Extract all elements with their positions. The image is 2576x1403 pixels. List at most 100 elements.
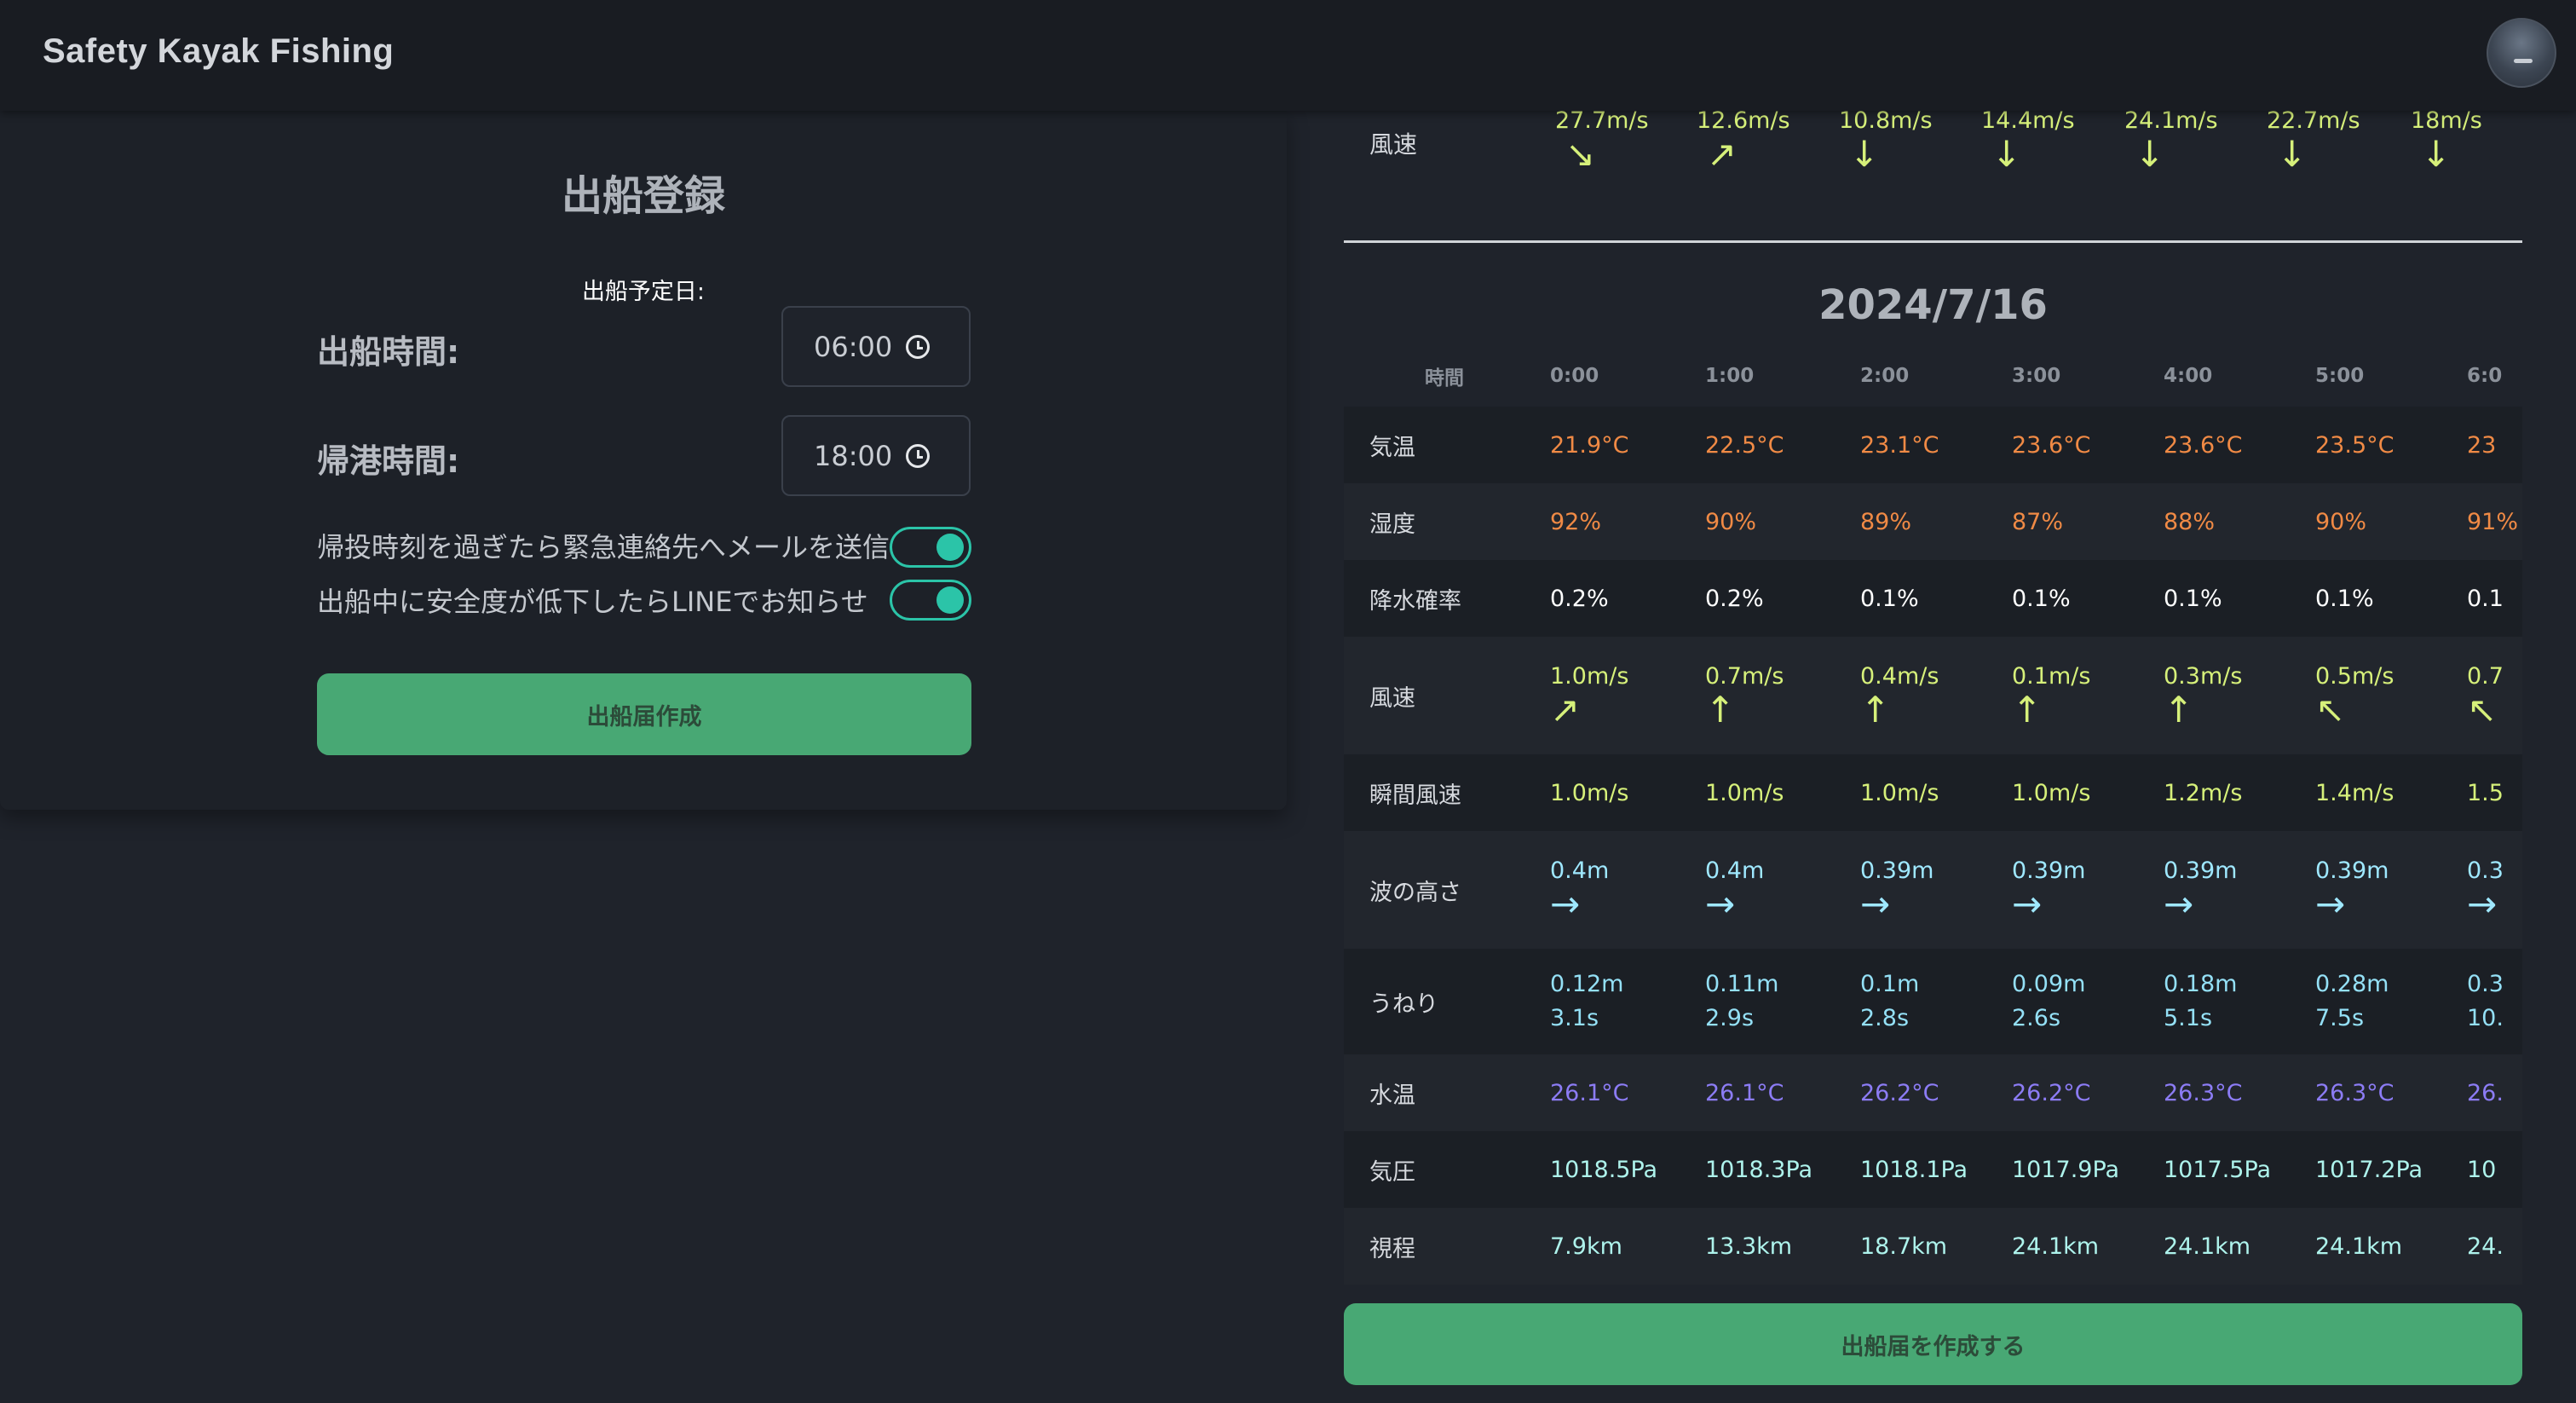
hour-header: 5:00	[2315, 365, 2365, 387]
visibility-cell: 13.3km	[1705, 1208, 1860, 1285]
create-departure-button[interactable]: 出船届作成	[317, 673, 971, 755]
temp-cell: 21.9°C	[1550, 407, 1705, 483]
wave-direction-icon: →	[1860, 882, 1891, 925]
temp-cell: 23.5°C	[2315, 407, 2467, 483]
day-divider	[1344, 240, 2522, 243]
row-label: 水温	[1344, 1054, 1550, 1131]
wave-height: 0.4m	[1705, 857, 1765, 884]
line-alert-toggle[interactable]	[890, 580, 971, 621]
humidity-cell: 91%	[2467, 483, 2522, 560]
departure-time-input[interactable]: 06:00	[781, 306, 971, 387]
humidity-cell: 88%	[2164, 483, 2315, 560]
precip-cell: 0.1%	[2012, 560, 2164, 637]
temp-cell: 23.1°C	[1860, 407, 2012, 483]
temp-cell: 22.5°C	[1705, 407, 1860, 483]
gust-cell: 1.5	[2467, 754, 2522, 831]
wind-direction-icon: ↖	[2467, 688, 2498, 730]
precip-cell: 0.1%	[1860, 560, 2012, 637]
swell-period: 3.1s	[1550, 1005, 1599, 1031]
wind-speed: 0.5m/s	[2315, 662, 2394, 690]
hour-header: 2:00	[1860, 365, 1910, 387]
gust-cell: 1.0m/s	[1550, 754, 1705, 831]
clock-icon	[906, 334, 931, 359]
wave-cell: 0.3 →	[2467, 831, 2522, 949]
gust-cell: 1.0m/s	[2012, 754, 2164, 831]
prev-wind-cell: 22.7m/s ↓	[2267, 107, 2360, 173]
pressure-cell: 1017.2Pa	[2315, 1131, 2467, 1208]
wind-cell: 0.5m/s ↖	[2315, 637, 2467, 754]
precip-cell: 0.2%	[1550, 560, 1705, 637]
humidity-cell: 89%	[1860, 483, 2012, 560]
wind-speed: 0.7m/s	[1705, 662, 1784, 690]
return-time-input[interactable]: 18:00	[781, 415, 971, 496]
wave-height: 0.39m	[1860, 857, 1934, 884]
swell-cell: 0.1m 2.8s	[1860, 949, 2012, 1054]
gust-cell: 1.4m/s	[2315, 754, 2467, 831]
wind-cell: 0.7 ↖	[2467, 637, 2522, 754]
pressure-cell: 10	[2467, 1131, 2522, 1208]
gust-cell: 1.0m/s	[1860, 754, 2012, 831]
swell-cell: 0.09m 2.6s	[2012, 949, 2164, 1054]
wave-height: 0.4m	[1550, 857, 1610, 884]
wind-speed: 0.7	[2467, 662, 2504, 690]
pressure-cell: 1018.1Pa	[1860, 1131, 2012, 1208]
humidity-cell: 92%	[1550, 483, 1705, 560]
swell-period: 10.	[2467, 1005, 2504, 1031]
precip-cell: 0.1	[2467, 560, 2522, 637]
wind-cell: 0.3m/s ↑	[2164, 637, 2315, 754]
forecast-table-scroll[interactable]: 時間 0:00 1:00 2:00 3:00 4:00 5:00 6:0 気温 …	[1344, 345, 2522, 1304]
temp-cell: 23	[2467, 407, 2522, 483]
table-row-pressure: 気圧 1018.5Pa 1018.3Pa 1018.1Pa 1017.9Pa 1…	[1344, 1131, 2522, 1208]
prev-wind-speed: 12.6m/s	[1697, 107, 1790, 134]
swell-cell: 0.3 10.	[2467, 949, 2522, 1054]
visibility-cell: 18.7km	[1860, 1208, 2012, 1285]
email-alert-toggle[interactable]	[890, 527, 971, 568]
precip-cell: 0.2%	[1705, 560, 1860, 637]
wind-direction-icon: ↖	[2315, 688, 2346, 730]
wind-cell: 0.1m/s ↑	[2012, 637, 2164, 754]
table-row-visibility: 視程 7.9km 13.3km 18.7km 24.1km 24.1km 24.…	[1344, 1208, 2522, 1285]
prev-wind-speed: 18m/s	[2411, 107, 2482, 134]
line-alert-label: 出船中に安全度が低下したらLINEでお知らせ	[317, 586, 868, 618]
wave-height: 0.3	[2467, 857, 2504, 884]
humidity-cell: 90%	[1705, 483, 1860, 560]
row-label: 気圧	[1344, 1131, 1550, 1208]
hour-header: 0:00	[1550, 365, 1599, 387]
wave-cell: 0.4m →	[1705, 831, 1860, 949]
prev-wind-speed: 22.7m/s	[2267, 107, 2360, 134]
swell-height: 0.09m	[2012, 971, 2086, 997]
submit-departure-button[interactable]: 出船届を作成する	[1344, 1303, 2522, 1385]
wave-cell: 0.39m →	[2164, 831, 2315, 949]
precip-cell: 0.1%	[2164, 560, 2315, 637]
table-header-row: 時間 0:00 1:00 2:00 3:00 4:00 5:00 6:0	[1344, 345, 2522, 407]
user-avatar[interactable]	[2487, 18, 2556, 88]
forecast-table: 時間 0:00 1:00 2:00 3:00 4:00 5:00 6:0 気温 …	[1344, 345, 2522, 1285]
wind-direction-icon: ↓	[1849, 133, 1880, 175]
app-brand[interactable]: Safety Kayak Fishing	[43, 32, 394, 71]
water-temp-cell: 26.2°C	[1860, 1054, 2012, 1131]
toggle-knob	[936, 586, 964, 614]
forecast-date-title: 2024/7/16	[1818, 281, 2048, 329]
row-label: 降水確率	[1344, 560, 1550, 637]
email-alert-label: 帰投時刻を過ぎたら緊急連絡先へメールを送信	[317, 531, 890, 563]
gust-cell: 1.0m/s	[1705, 754, 1860, 831]
swell-height: 0.12m	[1550, 971, 1624, 997]
gust-cell: 1.2m/s	[2164, 754, 2315, 831]
wave-direction-icon: →	[2012, 882, 2043, 925]
table-row-precip: 降水確率 0.2% 0.2% 0.1% 0.1% 0.1% 0.1% 0.1	[1344, 560, 2522, 637]
swell-height: 0.18m	[2164, 971, 2238, 997]
return-time-label: 帰港時間:	[317, 442, 460, 480]
wind-speed: 0.3m/s	[2164, 662, 2243, 690]
table-row-swell: うねり 0.12m 3.1s 0.11m 2.9s 0.1m 2.8s 0.09m 2.…	[1344, 949, 2522, 1054]
row-label: 湿度	[1344, 483, 1550, 560]
wind-direction-icon: ↑	[1705, 688, 1736, 730]
wave-cell: 0.4m →	[1550, 831, 1705, 949]
row-label: 気温	[1344, 407, 1550, 483]
visibility-cell: 24.1km	[2315, 1208, 2467, 1285]
wave-direction-icon: →	[2467, 882, 2498, 925]
wind-direction-icon: ↓	[2277, 133, 2308, 175]
wave-cell: 0.39m →	[2315, 831, 2467, 949]
prev-day-wind-row: 風速 27.7m/s ↘ 12.6m/s ↗ 10.8m/s ↓ 14.4m/s…	[1344, 102, 2531, 239]
row-label: 波の高さ	[1344, 831, 1550, 949]
wind-cell: 1.0m/s ↗	[1550, 637, 1705, 754]
